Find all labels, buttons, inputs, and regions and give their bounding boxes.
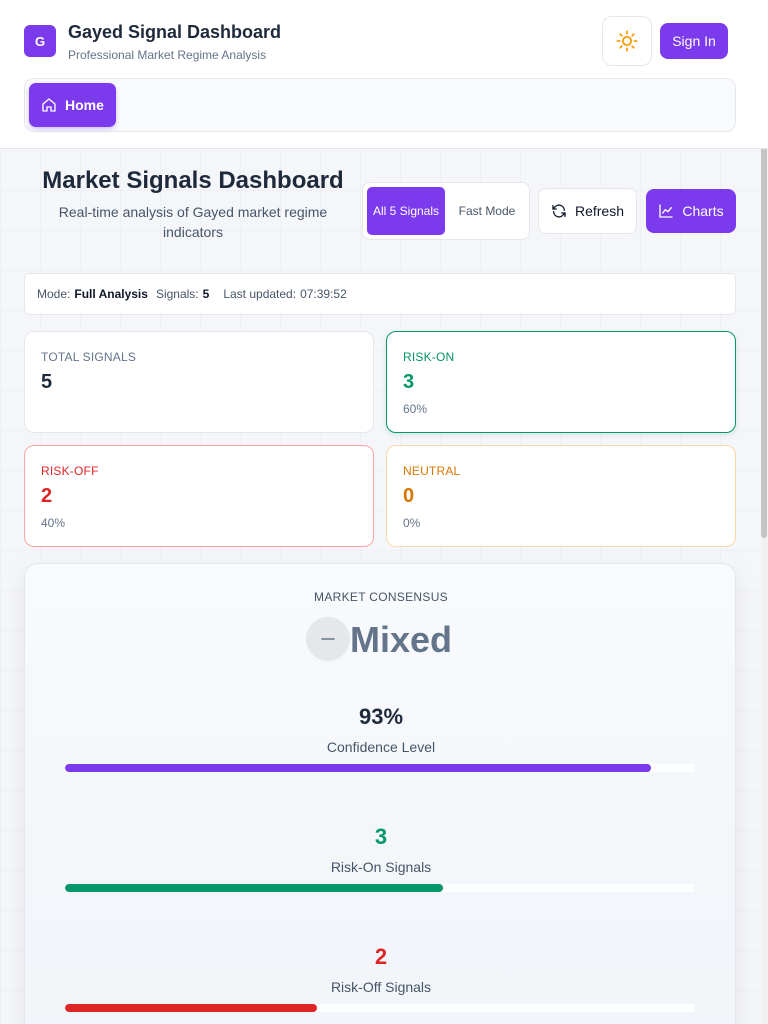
app-title: Gayed Signal Dashboard: [68, 22, 282, 42]
neutral-label: NEUTRAL: [403, 464, 461, 478]
page: G Gayed Signal Dashboard Professional Ma…: [0, 0, 768, 1024]
page-subtitle: Real-time analysis of Gayed market regim…: [58, 204, 328, 240]
mode-toggle: All 5 Signals Fast Mode: [362, 182, 530, 240]
risk-off-bar: [65, 1004, 695, 1012]
charts-button[interactable]: Charts: [646, 189, 736, 233]
nav-item-home[interactable]: Home: [29, 83, 116, 127]
app-subtitle: Professional Market Regime Analysis: [68, 48, 267, 62]
nav-item-home-label: Home: [65, 97, 104, 113]
refresh-label: Refresh: [574, 203, 625, 219]
risk-off-value: 2: [41, 485, 53, 507]
confidence-bar: [65, 764, 695, 772]
risk-off-signals-label: Risk-Off Signals: [330, 979, 432, 995]
risk-on-card: RISK-ON 3 60%: [386, 331, 736, 433]
refresh-icon: [552, 204, 566, 218]
risk-on-percent: 60%: [403, 402, 428, 416]
sign-in-button[interactable]: Sign In: [660, 23, 728, 59]
risk-on-value: 3: [403, 371, 415, 393]
nav-bar: Home: [24, 78, 736, 132]
total-signals-value: 5: [41, 371, 53, 393]
home-icon: [42, 98, 56, 112]
status-bar: Mode: Full Analysis Signals: 5 Last upda…: [24, 273, 736, 315]
line-chart-icon: [659, 204, 674, 218]
risk-on-signals-value: 3: [374, 824, 388, 849]
risk-off-bar-fill: [65, 1004, 317, 1012]
consensus-value: Mixed: [350, 619, 453, 660]
total-signals-label: TOTAL SIGNALS: [41, 350, 137, 364]
app-logo: G: [24, 25, 56, 57]
risk-off-signals-value: 2: [374, 944, 388, 969]
page-title: Market Signals Dashboard: [42, 167, 344, 194]
risk-off-percent: 40%: [41, 516, 66, 530]
total-signals-card: TOTAL SIGNALS 5: [24, 331, 374, 433]
minus-icon: [306, 617, 350, 661]
mode-fast-button[interactable]: Fast Mode: [449, 187, 525, 235]
mode-value: Full Analysis: [74, 287, 148, 301]
theme-toggle-button[interactable]: [602, 16, 652, 66]
mode-label: Mode:: [37, 287, 71, 301]
risk-off-label: RISK-OFF: [41, 464, 99, 478]
confidence-bar-fill: [65, 764, 651, 772]
charts-label: Charts: [682, 203, 724, 219]
risk-off-card: RISK-OFF 2 40%: [24, 445, 374, 547]
risk-on-bar: [65, 884, 695, 892]
neutral-value: 0: [403, 485, 415, 507]
neutral-card: NEUTRAL 0 0%: [386, 445, 736, 547]
refresh-button[interactable]: Refresh: [538, 188, 637, 234]
signals-value: 5: [202, 287, 210, 301]
mode-all-signals-button[interactable]: All 5 Signals: [367, 187, 445, 235]
risk-on-bar-fill: [65, 884, 443, 892]
neutral-percent: 0%: [403, 516, 421, 530]
confidence-value: 93%: [358, 704, 404, 729]
last-updated-label: Last updated:: [223, 287, 297, 301]
signals-label: Signals:: [155, 287, 199, 301]
consensus-label: MARKET CONSENSUS: [314, 590, 448, 604]
market-consensus-panel: MARKET CONSENSUS Mixed 93% Confidence Le…: [24, 563, 736, 1024]
confidence-label: Confidence Level: [326, 739, 436, 755]
sun-icon: [616, 30, 638, 52]
risk-on-label: RISK-ON: [403, 350, 455, 364]
risk-on-signals-label: Risk-On Signals: [330, 859, 432, 875]
app-header: G Gayed Signal Dashboard Professional Ma…: [0, 0, 768, 149]
last-updated-value: 07:39:52: [300, 287, 347, 301]
